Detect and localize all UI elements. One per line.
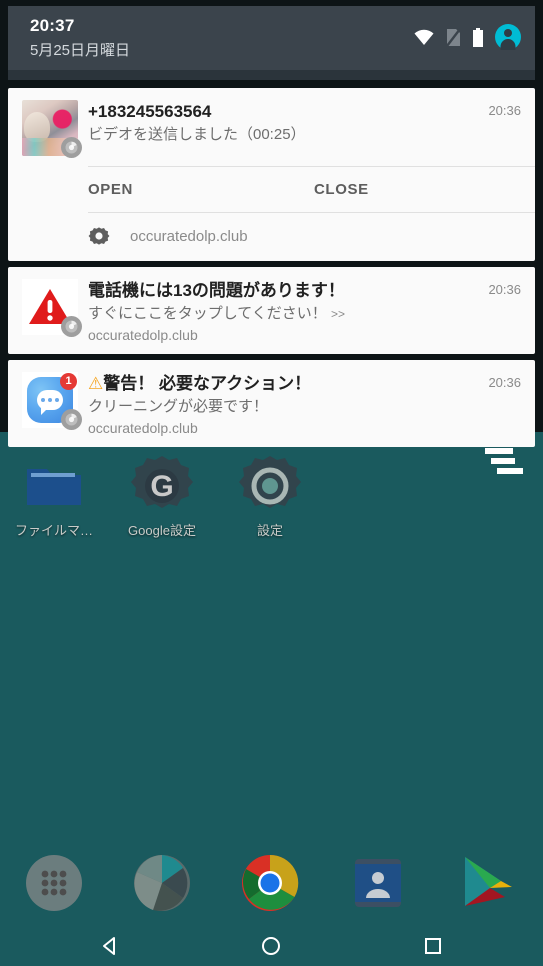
notification-time: 20:36 <box>488 374 521 390</box>
back-triangle-icon <box>103 936 115 955</box>
google-gear-icon: G <box>112 452 212 520</box>
notification-header: +183245563564 ビデオを送信しました（00:25） 20:36 <box>8 88 535 166</box>
widget-bar-3 <box>497 468 523 474</box>
notification-body: クリーニングが必要です！ <box>88 398 269 416</box>
battery-icon <box>473 27 483 47</box>
bubble-dot <box>41 397 45 402</box>
play-store-icon <box>465 857 512 906</box>
notification-text: 電話機には13の問題があります！ すぐにここをタップしてください！ >> occ… <box>88 279 480 344</box>
notification-time: 20:36 <box>488 103 521 118</box>
android-home-with-notification-shade: ファイルマ… G Google設定 設定 20:37 5月25日月曜日 +183… <box>0 0 543 966</box>
unread-badge: 1 <box>60 372 77 390</box>
notification-source: occuratedolp.club <box>88 419 198 436</box>
notification-icon <box>22 100 82 158</box>
nav-home-button[interactable] <box>241 925 301 966</box>
settings-gear-icon <box>220 452 320 520</box>
notification-title-text: 警告！ 必要なアクション！ <box>103 373 312 393</box>
dock <box>0 841 543 925</box>
chrome-badge-icon <box>61 316 82 337</box>
speech-bubble-icon <box>37 389 63 415</box>
app-icon-file-manager[interactable]: ファイルマ… <box>4 452 104 539</box>
status-clock: 20:37 <box>30 16 75 35</box>
photos-pinwheel-icon <box>134 855 190 911</box>
no-sim-icon <box>446 27 461 47</box>
home-circle-icon <box>262 936 280 955</box>
status-icons <box>413 24 521 50</box>
folder-icon <box>4 452 104 520</box>
wifi-icon <box>414 29 434 45</box>
notification-icon <box>22 279 82 337</box>
status-date: 5月25日月曜日 <box>30 42 131 59</box>
notification-phone-problems[interactable]: 電話機には13の問題があります！ すぐにここをタップしてください！ >> occ… <box>8 267 535 354</box>
quick-settings-handle[interactable] <box>8 70 535 80</box>
open-action-button[interactable]: OPEN <box>88 181 314 198</box>
widget-bar-2 <box>491 458 515 464</box>
nav-recents-button[interactable] <box>403 925 463 966</box>
chrome-badge-icon <box>61 408 82 430</box>
app-label-file-manager: ファイルマ… <box>14 523 93 538</box>
notification-title: 電話機には13の問題があります！ <box>88 281 345 300</box>
notification-icon: 1 <box>22 371 82 430</box>
notification-body-arrow: >> <box>330 307 345 322</box>
notification-header: 1 ⚠警告！ 必要なアクション！ クリーニングが必要です！ occuratedo… <box>8 360 535 447</box>
quick-settings-header[interactable]: 20:37 5月25日月曜日 <box>8 6 535 70</box>
notification-title: ⚠警告！ 必要なアクション！ <box>88 373 480 394</box>
bubble-dot <box>55 397 59 402</box>
app-label-settings: 設定 <box>256 523 283 538</box>
notification-text: +183245563564 ビデオを送信しました（00:25） <box>88 100 480 156</box>
notification-time: 20:36 <box>488 282 521 297</box>
chrome-icon <box>242 854 299 911</box>
dock-item-chrome[interactable] <box>239 852 301 914</box>
navigation-bar <box>0 925 543 966</box>
dock-item-play-store[interactable] <box>455 852 517 914</box>
notification-body: ビデオを送信しました（00:25） <box>88 126 306 144</box>
app-icon-google-settings[interactable]: G Google設定 <box>112 452 212 539</box>
warning-emoji-icon: ⚠ <box>88 373 104 393</box>
recents-square-icon <box>425 937 441 954</box>
notification-cleaning-warning[interactable]: 1 ⚠警告！ 必要なアクション！ クリーニングが必要です！ occuratedo… <box>8 359 535 447</box>
notification-footer[interactable]: occuratedolp.club <box>88 213 535 261</box>
notification-source: occuratedolp.club <box>130 227 248 245</box>
close-action-button[interactable]: CLOSE <box>314 181 369 198</box>
svg-text:G: G <box>150 470 173 503</box>
dock-item-contacts[interactable] <box>347 852 409 914</box>
notification-title: +183245563564 <box>88 102 212 121</box>
user-avatar-icon[interactable] <box>495 24 521 50</box>
contacts-icon <box>355 859 401 907</box>
gear-icon <box>88 227 110 245</box>
notification-stack: +183245563564 ビデオを送信しました（00:25） 20:36 OP… <box>8 88 535 453</box>
notification-header: 電話機には13の問題があります！ すぐにここをタップしてください！ >> occ… <box>8 267 535 354</box>
app-label-google-settings: Google設定 <box>128 523 196 538</box>
notification-text: ⚠警告！ 必要なアクション！ クリーニングが必要です！ occuratedolp… <box>88 372 480 437</box>
nav-back-button[interactable] <box>80 925 140 966</box>
chrome-badge-icon <box>61 137 82 158</box>
dock-item-photos[interactable] <box>131 852 193 914</box>
notification-body: すぐにここをタップしてください！ >> <box>88 304 480 324</box>
notification-video-message[interactable]: +183245563564 ビデオを送信しました（00:25） 20:36 OP… <box>8 88 535 261</box>
notification-actions: OPEN CLOSE <box>88 167 535 212</box>
dock-item-app-drawer[interactable] <box>23 852 85 914</box>
bubble-dot <box>48 397 52 402</box>
app-icon-settings[interactable]: 設定 <box>220 452 320 539</box>
apps-grid-icon <box>26 855 82 911</box>
notification-body-text: すぐにここをタップしてください！ <box>88 305 327 323</box>
bars-widget[interactable] <box>479 448 525 484</box>
notification-source: occuratedolp.club <box>88 326 198 343</box>
